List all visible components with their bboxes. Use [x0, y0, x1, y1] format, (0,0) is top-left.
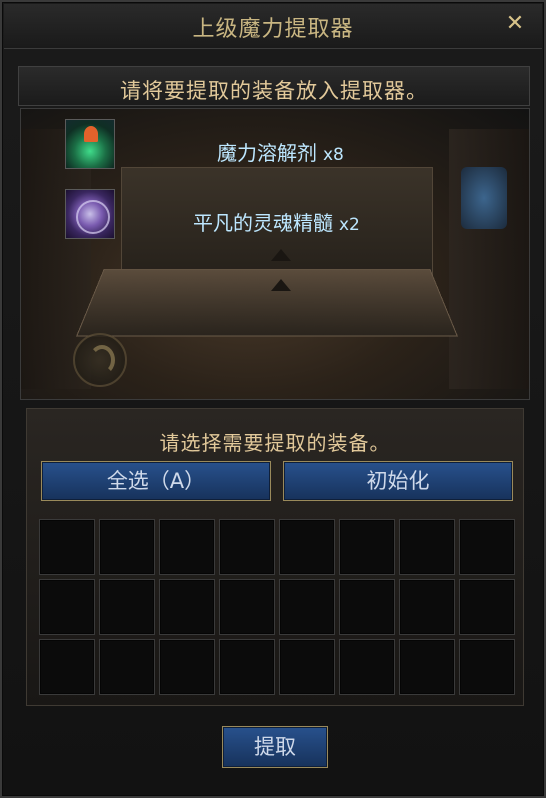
window-title: 上级魔力提取器 — [192, 17, 354, 42]
item-quantity: x2 — [339, 215, 360, 235]
equipment-slot[interactable] — [159, 579, 215, 635]
equipment-slot[interactable] — [339, 579, 395, 635]
insert-arrow-icon — [271, 249, 291, 261]
reset-button[interactable]: 初始化 — [283, 461, 513, 501]
equipment-slot[interactable] — [39, 519, 95, 575]
item-essence-label: 平凡的灵魂精髓 x2 — [193, 207, 360, 236]
instruction-bar: 请将要提取的装备放入提取器。 — [18, 66, 530, 106]
extract-button[interactable]: 提取 — [222, 726, 328, 768]
equipment-slot[interactable] — [279, 519, 335, 575]
equipment-slot-grid — [39, 519, 515, 695]
equipment-slot[interactable] — [459, 519, 515, 575]
instruction-text: 请将要提取的装备放入提取器。 — [120, 79, 428, 103]
title-bar[interactable]: 上级魔力提取器 ✕ — [4, 4, 542, 49]
equipment-slot[interactable] — [219, 639, 275, 695]
equipment-slot[interactable] — [159, 639, 215, 695]
item-quantity: x8 — [323, 145, 344, 165]
select-all-button[interactable]: 全选（A） — [41, 461, 271, 501]
equipment-slot[interactable] — [219, 579, 275, 635]
equipment-slot[interactable] — [39, 579, 95, 635]
insert-arrow-icon — [271, 279, 291, 291]
potion-icon[interactable] — [65, 119, 115, 169]
equipment-slot[interactable] — [399, 519, 455, 575]
equipment-slot[interactable] — [279, 579, 335, 635]
close-icon[interactable]: ✕ — [502, 11, 528, 37]
item-dissolver-label: 魔力溶解剂 x8 — [217, 137, 344, 166]
equipment-slot[interactable] — [459, 639, 515, 695]
item-name: 魔力溶解剂 — [217, 141, 317, 165]
extractor-emblem-icon — [73, 333, 127, 387]
equipment-selection-panel: 请选择需要提取的装备。 全选（A） 初始化 — [26, 408, 524, 706]
equipment-slot[interactable] — [99, 579, 155, 635]
extractor-window: 上级魔力提取器 ✕ 请将要提取的装备放入提取器。 魔力溶解剂 x8 平凡的灵魂精髓… — [0, 0, 546, 798]
equipment-slot[interactable] — [399, 579, 455, 635]
item-name: 平凡的灵魂精髓 — [193, 211, 333, 235]
equipment-slot[interactable] — [159, 519, 215, 575]
equipment-slot[interactable] — [99, 639, 155, 695]
equipment-slot[interactable] — [219, 519, 275, 575]
equipment-slot[interactable] — [339, 639, 395, 695]
scene-lamp — [461, 167, 507, 229]
equipment-slot[interactable] — [39, 639, 95, 695]
equipment-slot[interactable] — [339, 519, 395, 575]
cabinet-top — [76, 268, 458, 337]
soul-essence-icon[interactable] — [65, 189, 115, 239]
equipment-slot[interactable] — [279, 639, 335, 695]
equipment-slot[interactable] — [399, 639, 455, 695]
equipment-slot[interactable] — [459, 579, 515, 635]
equipment-slot[interactable] — [99, 519, 155, 575]
extractor-scene: 魔力溶解剂 x8 平凡的灵魂精髓 x2 — [20, 108, 530, 400]
selection-label: 请选择需要提取的装备。 — [159, 431, 391, 455]
